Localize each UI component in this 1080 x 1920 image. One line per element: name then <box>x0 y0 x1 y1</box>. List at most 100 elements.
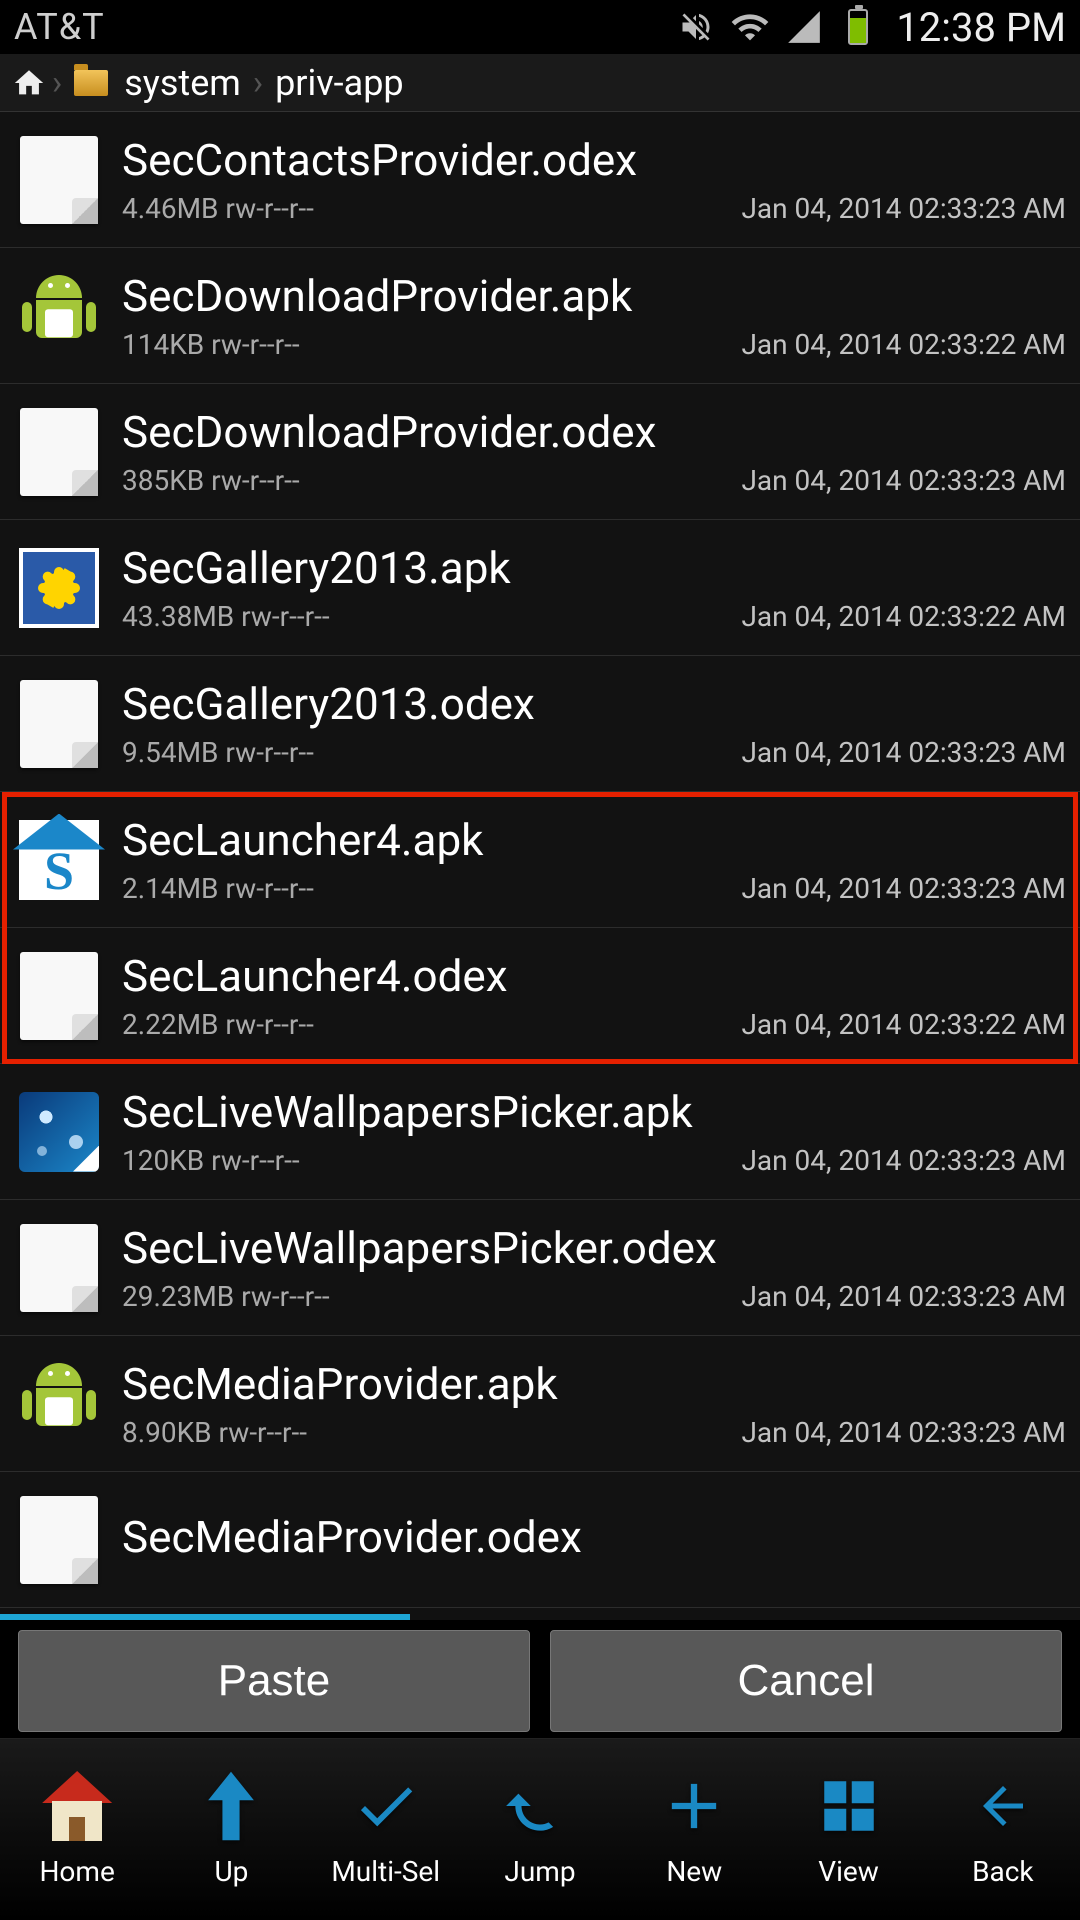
mute-icon <box>676 7 716 47</box>
file-info: SecDownloadProvider.apk 114KB rw-r--r-- … <box>104 270 1066 361</box>
toolbar-label: Jump <box>504 1855 575 1888</box>
battery-icon <box>838 7 878 47</box>
wifi-icon <box>730 7 770 47</box>
file-size-perm: 114KB rw-r--r-- <box>122 328 300 361</box>
file-date: Jan 04, 2014 02:33:22 AM <box>741 600 1066 633</box>
file-row[interactable]: SecDownloadProvider.apk 114KB rw-r--r-- … <box>0 248 1080 384</box>
file-meta: 4.46MB rw-r--r-- Jan 04, 2014 02:33:23 A… <box>122 192 1066 225</box>
progress-bar <box>0 1614 410 1620</box>
file-icon-doc <box>14 951 104 1041</box>
toolbar-check-button[interactable]: Multi-Sel <box>311 1763 461 1888</box>
home-icon <box>34 1763 120 1849</box>
file-icon-apk <box>14 271 104 361</box>
file-info: SecContactsProvider.odex 4.46MB rw-r--r-… <box>104 134 1066 225</box>
file-size-perm: 8.90KB rw-r--r-- <box>122 1416 307 1449</box>
toolbar-plus-button[interactable]: New <box>619 1763 769 1888</box>
file-name: SecGallery2013.apk <box>122 542 1066 594</box>
file-icon-apk <box>14 1359 104 1449</box>
file-info: SecGallery2013.odex 9.54MB rw-r--r-- Jan… <box>104 678 1066 769</box>
status-icons: 12:38 PM <box>676 4 1066 51</box>
file-info: SecLauncher4.odex 2.22MB rw-r--r-- Jan 0… <box>104 950 1066 1041</box>
file-date: Jan 04, 2014 02:33:22 AM <box>741 1008 1066 1041</box>
file-icon-gallery <box>14 543 104 633</box>
check-icon <box>343 1763 429 1849</box>
file-meta: 43.38MB rw-r--r-- Jan 04, 2014 02:33:22 … <box>122 600 1066 633</box>
file-row[interactable]: SecLiveWallpapersPicker.odex 29.23MB rw-… <box>0 1200 1080 1336</box>
file-info: SecDownloadProvider.odex 385KB rw-r--r--… <box>104 406 1066 497</box>
file-icon-doc <box>14 407 104 497</box>
file-name: SecDownloadProvider.odex <box>122 406 1066 458</box>
file-row[interactable]: SecMediaProvider.apk 8.90KB rw-r--r-- Ja… <box>0 1336 1080 1472</box>
file-meta: 29.23MB rw-r--r-- Jan 04, 2014 02:33:23 … <box>122 1280 1066 1313</box>
breadcrumb-home-icon[interactable] <box>8 62 50 104</box>
file-name: SecContactsProvider.odex <box>122 134 1066 186</box>
file-name: SecDownloadProvider.apk <box>122 270 1066 322</box>
file-icon-doc <box>14 1495 104 1585</box>
toolbar-label: New <box>666 1855 722 1888</box>
file-name: SecMediaProvider.odex <box>122 1511 1066 1563</box>
toolbar-label: Up <box>214 1855 248 1888</box>
file-info: SecLiveWallpapersPicker.odex 29.23MB rw-… <box>104 1222 1066 1313</box>
toolbar-label: Multi-Sel <box>331 1855 440 1888</box>
file-size-perm: 4.46MB rw-r--r-- <box>122 192 314 225</box>
file-meta: 120KB rw-r--r-- Jan 04, 2014 02:33:23 AM <box>122 1144 1066 1177</box>
clock: 12:38 PM <box>896 4 1066 51</box>
file-date: Jan 04, 2014 02:33:23 AM <box>741 1416 1066 1449</box>
file-list[interactable]: SecContactsProvider.odex 4.46MB rw-r--r-… <box>0 112 1080 1620</box>
file-row[interactable]: SecLauncher4.odex 2.22MB rw-r--r-- Jan 0… <box>0 928 1080 1064</box>
status-bar: AT&T 12:38 PM <box>0 0 1080 54</box>
back-icon <box>960 1763 1046 1849</box>
file-size-perm: 385KB rw-r--r-- <box>122 464 300 497</box>
toolbar-jump-button[interactable]: Jump <box>465 1763 615 1888</box>
file-date: Jan 04, 2014 02:33:23 AM <box>741 736 1066 769</box>
file-date: Jan 04, 2014 02:33:23 AM <box>741 872 1066 905</box>
up-icon <box>188 1763 274 1849</box>
toolbar-back-button[interactable]: Back <box>928 1763 1078 1888</box>
file-row[interactable]: S SecLauncher4.apk 2.14MB rw-r--r-- Jan … <box>0 792 1080 928</box>
file-icon-doc <box>14 135 104 225</box>
toolbar-up-button[interactable]: Up <box>156 1763 306 1888</box>
file-date: Jan 04, 2014 02:33:23 AM <box>741 192 1066 225</box>
toolbar-home-button[interactable]: Home <box>2 1763 152 1888</box>
action-row: Paste Cancel <box>0 1620 1080 1738</box>
breadcrumb[interactable]: › system › priv-app <box>0 54 1080 112</box>
file-meta: 2.14MB rw-r--r-- Jan 04, 2014 02:33:23 A… <box>122 872 1066 905</box>
file-row[interactable]: SecLiveWallpapersPicker.apk 120KB rw-r--… <box>0 1064 1080 1200</box>
file-date: Jan 04, 2014 02:33:23 AM <box>741 1144 1066 1177</box>
file-icon-doc <box>14 1223 104 1313</box>
breadcrumb-item-privapp[interactable]: priv-app <box>265 62 414 104</box>
file-size-perm: 2.14MB rw-r--r-- <box>122 872 314 905</box>
cancel-button[interactable]: Cancel <box>550 1630 1062 1732</box>
file-row[interactable]: SecContactsProvider.odex 4.46MB rw-r--r-… <box>0 112 1080 248</box>
file-name: SecLauncher4.odex <box>122 950 1066 1002</box>
file-row[interactable]: SecMediaProvider.odex <box>0 1472 1080 1608</box>
file-info: SecGallery2013.apk 43.38MB rw-r--r-- Jan… <box>104 542 1066 633</box>
file-date: Jan 04, 2014 02:33:23 AM <box>741 1280 1066 1313</box>
toolbar-grid-button[interactable]: View <box>774 1763 924 1888</box>
file-icon-launcher: S <box>14 815 104 905</box>
file-date: Jan 04, 2014 02:33:22 AM <box>741 328 1066 361</box>
file-meta: 8.90KB rw-r--r-- Jan 04, 2014 02:33:23 A… <box>122 1416 1066 1449</box>
breadcrumb-item-system[interactable]: system <box>114 62 251 104</box>
file-name: SecMediaProvider.apk <box>122 1358 1066 1410</box>
file-icon-doc <box>14 679 104 769</box>
file-info: SecLauncher4.apk 2.14MB rw-r--r-- Jan 04… <box>104 814 1066 905</box>
chevron-icon: › <box>253 63 263 103</box>
jump-icon <box>497 1763 583 1849</box>
folder-icon <box>74 70 108 96</box>
file-name: SecLauncher4.apk <box>122 814 1066 866</box>
file-row[interactable]: SecDownloadProvider.odex 385KB rw-r--r--… <box>0 384 1080 520</box>
file-info: SecMediaProvider.apk 8.90KB rw-r--r-- Ja… <box>104 1358 1066 1449</box>
file-size-perm: 120KB rw-r--r-- <box>122 1144 300 1177</box>
plus-icon <box>651 1763 737 1849</box>
paste-button[interactable]: Paste <box>18 1630 530 1732</box>
file-row[interactable]: SecGallery2013.odex 9.54MB rw-r--r-- Jan… <box>0 656 1080 792</box>
file-size-perm: 9.54MB rw-r--r-- <box>122 736 314 769</box>
file-meta: 385KB rw-r--r-- Jan 04, 2014 02:33:23 AM <box>122 464 1066 497</box>
file-meta: 2.22MB rw-r--r-- Jan 04, 2014 02:33:22 A… <box>122 1008 1066 1041</box>
file-info: SecLiveWallpapersPicker.apk 120KB rw-r--… <box>104 1086 1066 1177</box>
bottom-toolbar: Home Up Multi-Sel Jump New ViewBack <box>0 1738 1080 1920</box>
file-row[interactable]: SecGallery2013.apk 43.38MB rw-r--r-- Jan… <box>0 520 1080 656</box>
carrier-label: AT&T <box>14 6 105 48</box>
chevron-icon: › <box>52 63 62 103</box>
